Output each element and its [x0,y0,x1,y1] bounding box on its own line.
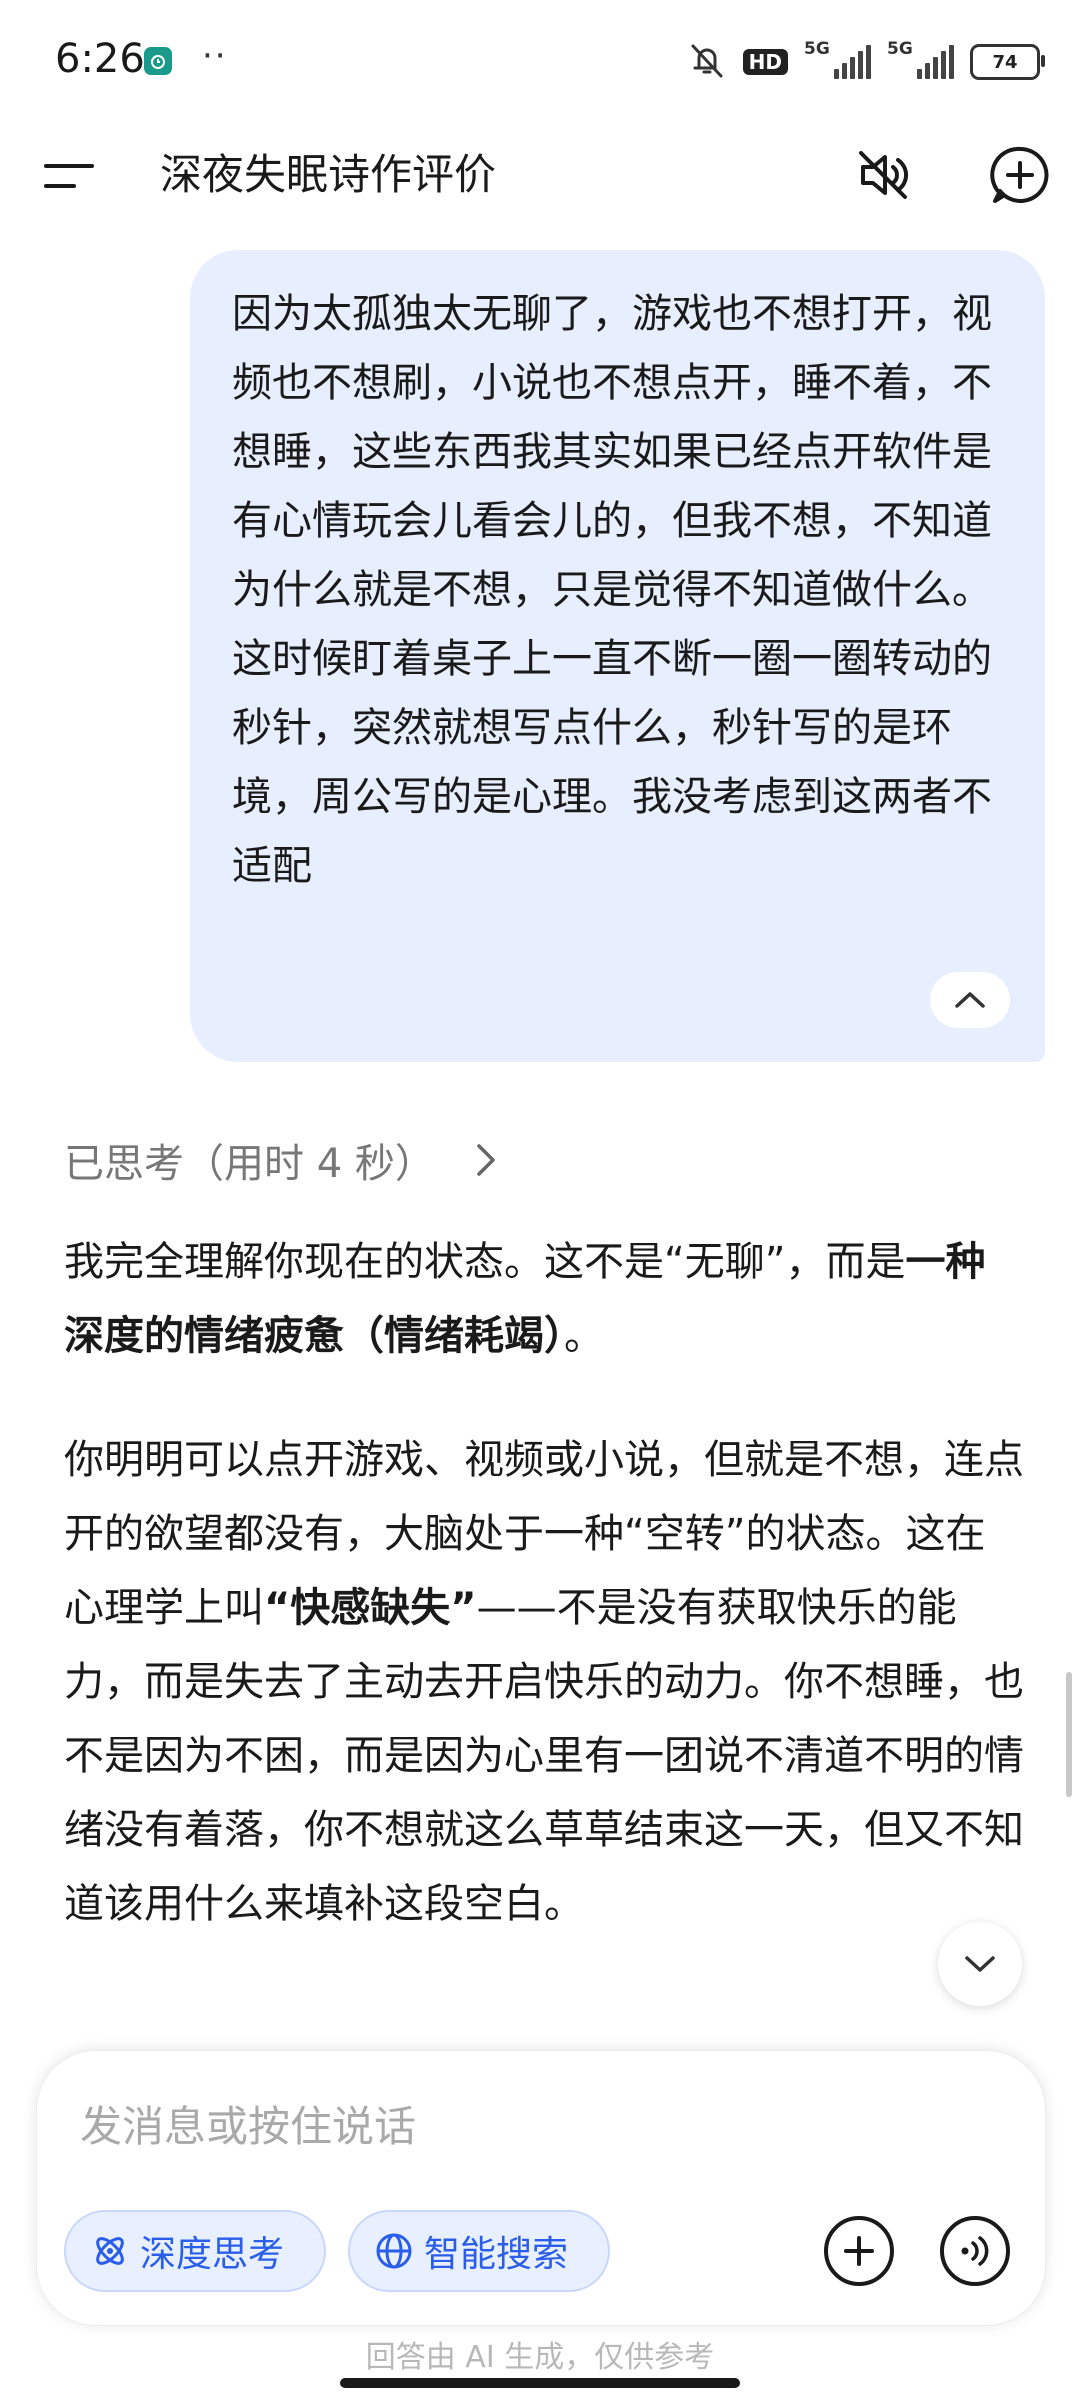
add-attachment-button[interactable] [824,2216,894,2286]
new-chat-button[interactable] [982,137,1058,213]
page-title: 深夜失眠诗作评价 [160,150,497,199]
thought-label: 已思考（用时 4 秒） [64,1141,435,1187]
message-composer: 深度思考 智能搜索 [36,2050,1046,2326]
mute-speaker-button[interactable] [845,137,921,213]
signal-icon-1: 5G [804,39,871,79]
assistant-paragraph-1: 我完全理解你现在的状态。这不是“无聊”，而是一种深度的情绪疲惫（情绪耗竭）。 [64,1239,986,1359]
speaker-mute-icon [859,151,908,199]
status-indicators: HD 5G 5G 74 [687,39,1045,84]
globe-icon [376,2233,412,2269]
assistant-response: 我完全理解你现在的状态。这不是“无聊”，而是一种深度的情绪疲惫（情绪耗竭）。 你… [64,1225,1024,1941]
menu-icon[interactable] [44,147,100,203]
plus-icon [844,2236,874,2266]
new-chat-plus-icon [990,146,1049,203]
scroll-to-bottom-button[interactable] [938,1922,1022,2006]
user-message-bubble: 因为太孤独太无聊了，游戏也不想打开，视频也不想刷，小说也不想点开，睡不着，不想睡… [190,250,1045,1062]
thought-toggle[interactable]: 已思考（用时 4 秒） [64,1130,497,1190]
chevron-down-icon [965,1956,995,1972]
alarm-app-icon [144,47,172,75]
assistant-paragraph-2: 你明明可以点开游戏、视频或小说，但就是不想，连点开的欲望都没有，大脑处于一种“空… [64,1437,1024,1927]
chat-header: 深夜失眠诗作评价 [0,125,1080,255]
chevron-up-icon [955,992,985,1008]
smart-search-toggle[interactable]: 智能搜索 [348,2210,610,2292]
chevron-right-icon [475,1142,497,1178]
voice-call-button[interactable] [940,2216,1010,2286]
ai-disclaimer: 回答由 AI 生成，仅供参考 [365,2340,715,2375]
battery-icon: 74 [970,44,1045,80]
voice-wave-icon [961,2236,989,2266]
hd-badge: HD [742,49,788,75]
mute-bell-icon [687,40,727,84]
collapse-message-button[interactable] [930,972,1010,1028]
status-more-dots: ·· [202,36,228,76]
bold-phrase: “快感缺失” [264,1585,477,1631]
smart-search-label: 智能搜索 [424,2234,569,2275]
signal-icon-2: 5G [887,39,954,79]
status-bar: 6:26 ·· HD 5G 5G 74 [0,0,1080,125]
deep-think-toggle[interactable]: 深度思考 [64,2210,326,2292]
deep-think-label: 深度思考 [140,2234,285,2275]
home-indicator[interactable] [340,2378,740,2388]
user-message-text: 因为太孤独太无聊了，游戏也不想打开，视频也不想刷，小说也不想点开，睡不着，不想睡… [232,291,992,889]
status-time: 6:26 [55,36,145,82]
scrollbar[interactable] [1066,1672,1072,1797]
atom-icon [96,2237,124,2265]
message-input[interactable] [78,2090,982,2162]
